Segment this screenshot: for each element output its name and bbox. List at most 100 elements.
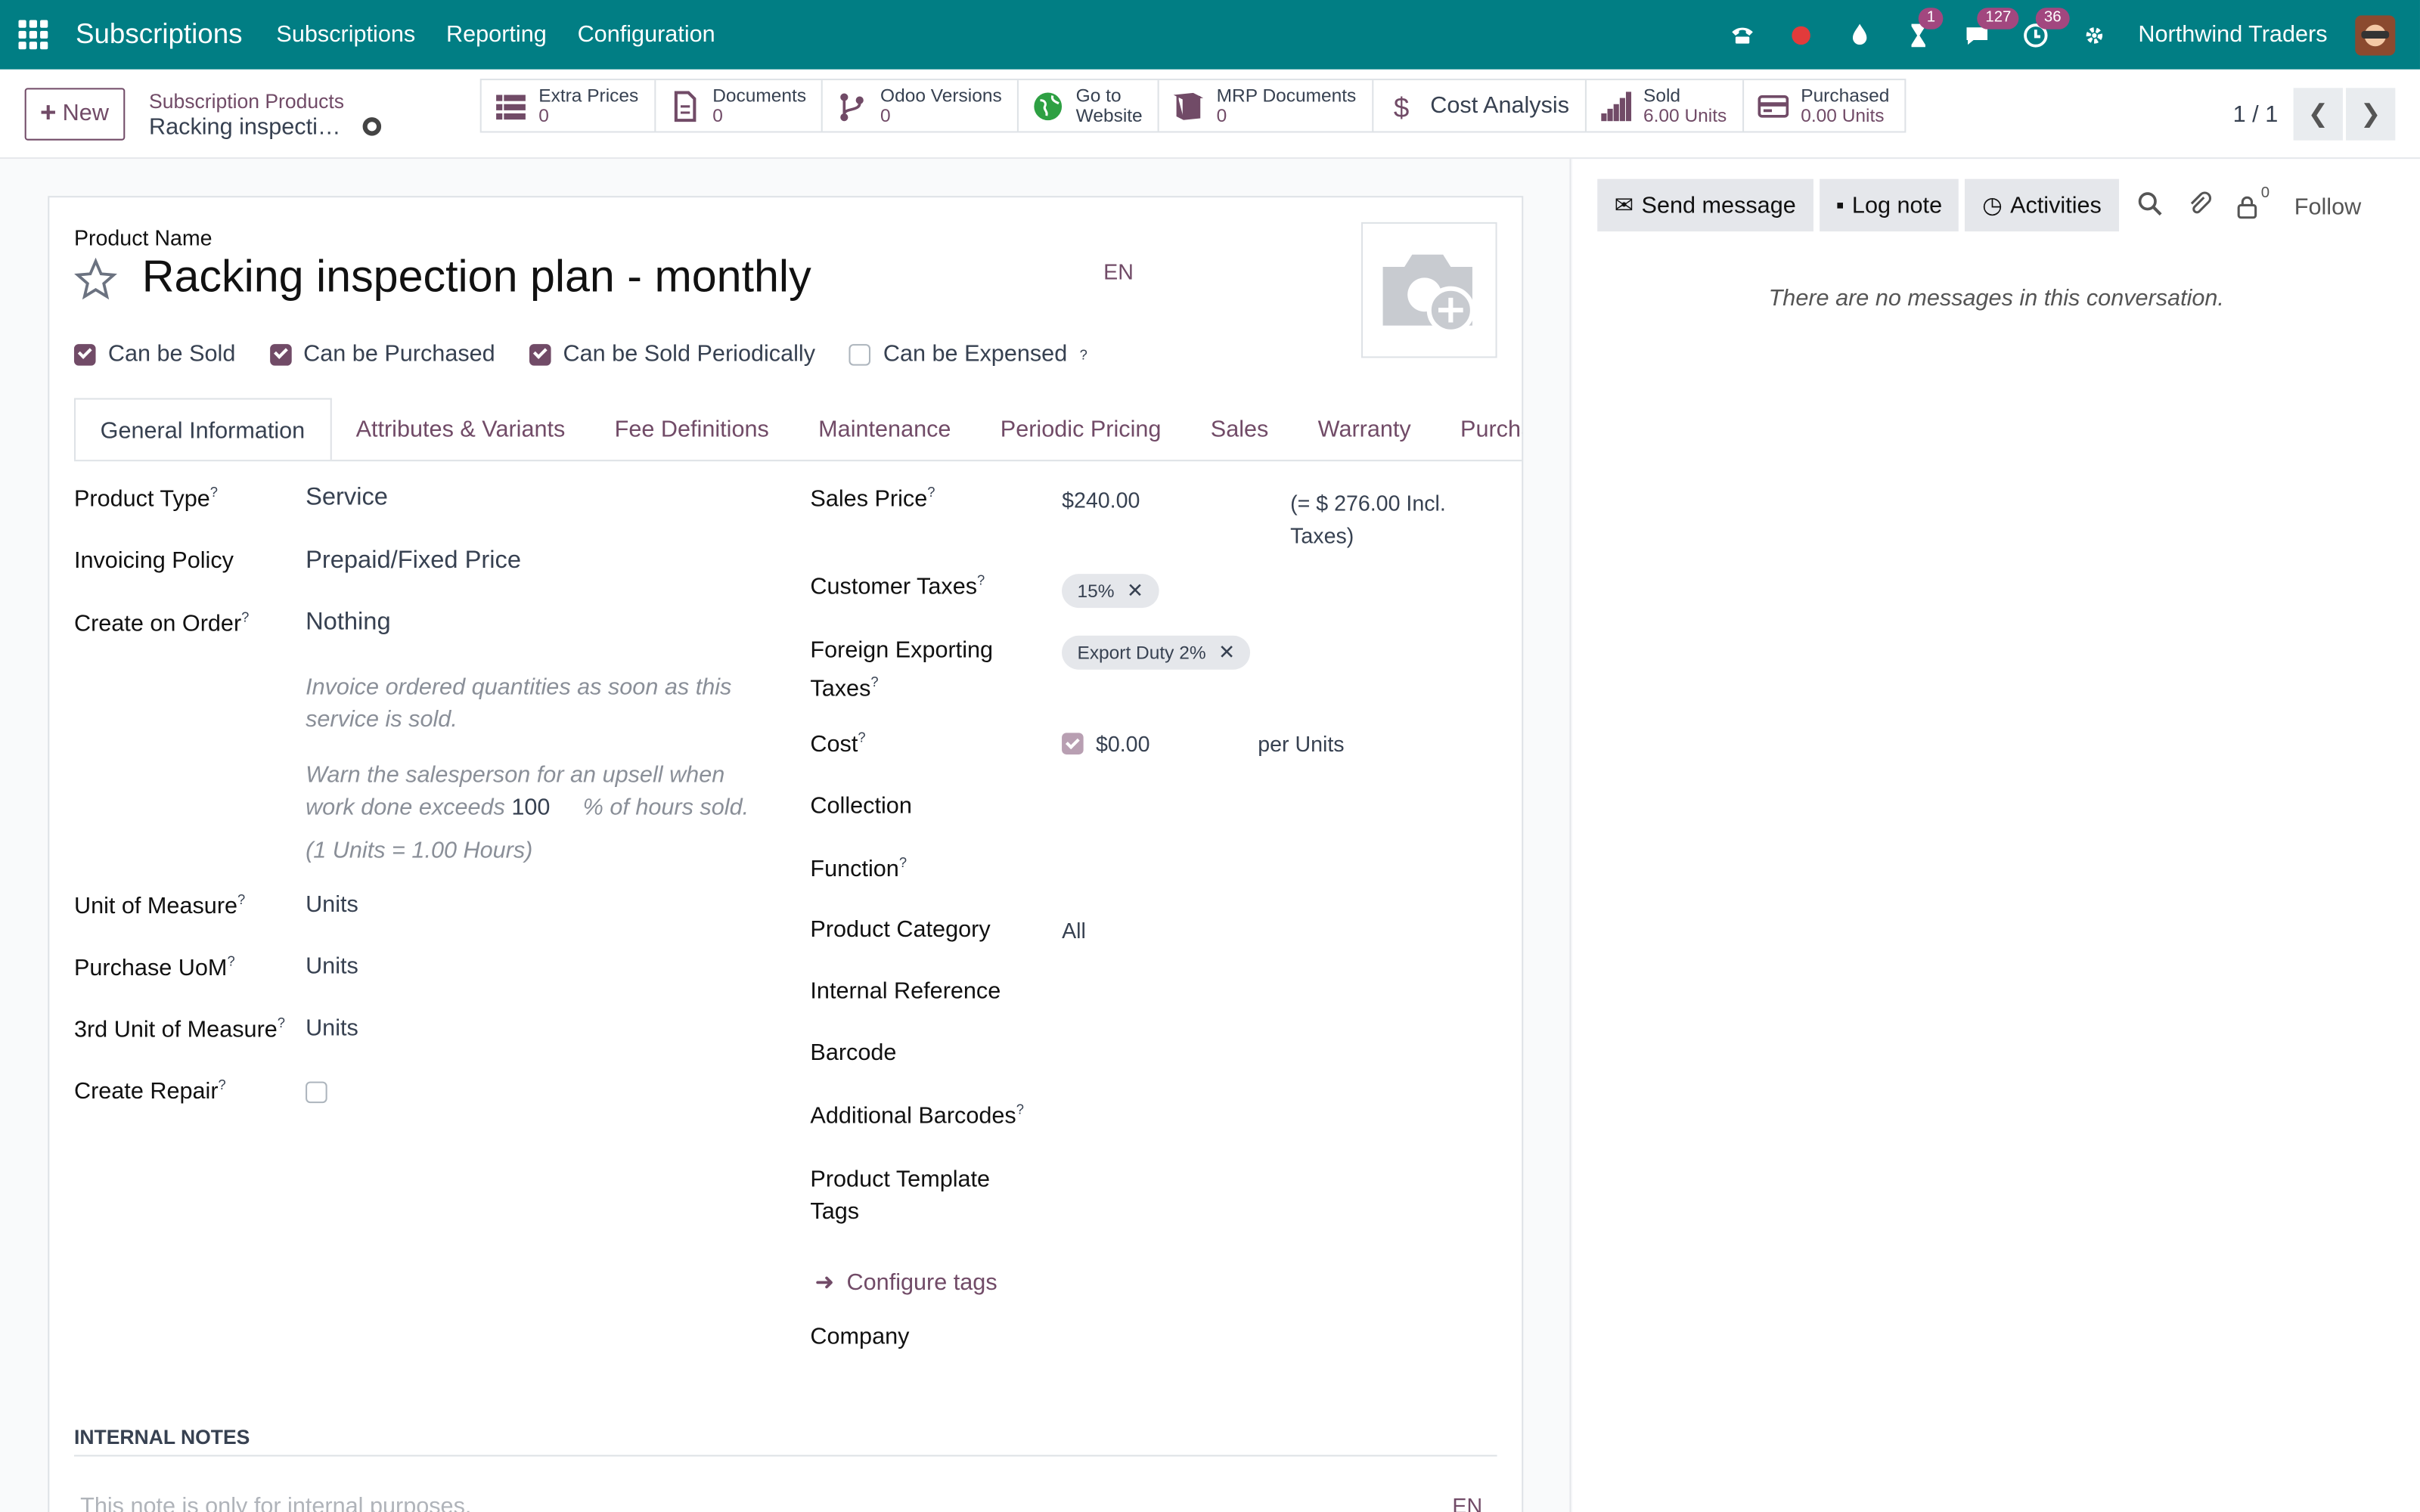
invoice-policy-help: Invoice ordered quantities as soon as th… bbox=[306, 674, 732, 733]
log-note-button[interactable]: ▪ Log note bbox=[1819, 178, 1959, 232]
envelope-icon: ✉ bbox=[1614, 193, 1634, 219]
mrp-documents-button[interactable]: MRP Documents 0 bbox=[1159, 80, 1373, 132]
internal-notes-field[interactable]: This note is only for internal purposes. bbox=[80, 1493, 471, 1511]
cost-analysis-button[interactable]: $ Cost Analysis bbox=[1373, 80, 1587, 132]
followers-button[interactable]: 0 bbox=[2236, 185, 2270, 219]
create-on-order-select[interactable]: Nothing bbox=[306, 609, 391, 637]
cost-checkbox[interactable] bbox=[1062, 733, 1084, 754]
chatter-actions: ✉ Send message ▪ Log note ◷ Activities bbox=[1597, 178, 2119, 232]
drop-icon[interactable] bbox=[1845, 20, 1876, 51]
top-navbar: Subscriptions Subscriptions Reporting Co… bbox=[0, 0, 2420, 70]
document-icon bbox=[669, 90, 700, 122]
right-field-group: Sales Price? $240.00 (= $ 276.00 Incl. Ta… bbox=[810, 484, 1446, 1350]
function-label: Function bbox=[810, 856, 899, 883]
go-to-website-button[interactable]: Go to Website bbox=[1019, 80, 1160, 132]
extra-prices-button[interactable]: Extra Prices 0 bbox=[482, 80, 656, 132]
previous-record-button[interactable]: ❮ bbox=[2293, 88, 2343, 141]
phone-icon[interactable] bbox=[1728, 20, 1759, 51]
uom-ratio-text: (1 Units = 1.00 Hours) bbox=[306, 838, 533, 864]
remove-tag-icon[interactable]: ✕ bbox=[1127, 578, 1143, 603]
odoo-versions-button[interactable]: Odoo Versions 0 bbox=[824, 80, 1019, 132]
product-category-label: Product Category bbox=[810, 916, 991, 943]
form-view: Product Name Racking inspection plan - m… bbox=[0, 159, 1571, 1512]
cost-input[interactable]: $0.00 bbox=[1096, 731, 1150, 756]
messages-icon[interactable]: 127 bbox=[1962, 7, 2019, 51]
pager: 1 / 1 ❮ ❯ bbox=[2233, 88, 2396, 141]
globe-icon bbox=[1033, 90, 1064, 121]
uom-select[interactable]: Units bbox=[306, 892, 358, 919]
customer-tax-tag[interactable]: 15% ✕ bbox=[1062, 574, 1159, 609]
internal-reference-label: Internal Reference bbox=[810, 978, 1001, 1005]
create-on-order-label: Create on Order bbox=[73, 611, 242, 637]
foreign-tax-tag[interactable]: Export Duty 2% ✕ bbox=[1062, 635, 1251, 670]
clock-icon[interactable]: 36 bbox=[2021, 7, 2069, 51]
chatter-tools: 0 Follow bbox=[2138, 185, 2361, 222]
third-uom-label: 3rd Unit of Measure bbox=[73, 1016, 278, 1043]
smart-buttons: Extra Prices 0 Documents 0 Odoo Versions 0 … bbox=[479, 79, 1907, 133]
notes-translate-button[interactable]: EN bbox=[1452, 1493, 1482, 1511]
breadcrumb-parent[interactable]: Subscription Products bbox=[149, 87, 381, 113]
collection-label: Collection bbox=[810, 792, 912, 820]
record-icon[interactable] bbox=[1786, 20, 1817, 51]
svg-text:$: $ bbox=[1393, 91, 1408, 121]
activities-button[interactable]: ◷ Activities bbox=[1965, 178, 2119, 232]
third-uom-select[interactable]: Units bbox=[306, 1015, 358, 1042]
purchase-uom-label: Purchase UoM bbox=[73, 955, 228, 981]
empty-conversation-text: There are no messages in this conversati… bbox=[1768, 285, 2224, 312]
cost-unit: per Units bbox=[1258, 731, 1345, 756]
gear-icon[interactable] bbox=[362, 117, 381, 136]
branch-icon bbox=[837, 90, 868, 121]
sold-button[interactable]: Sold 6.00 Units bbox=[1586, 80, 1744, 132]
search-icon[interactable] bbox=[2138, 191, 2163, 222]
cost-label: Cost bbox=[810, 731, 858, 758]
clock-badge: 36 bbox=[2036, 7, 2069, 29]
send-message-button[interactable]: ✉ Send message bbox=[1597, 178, 1813, 232]
documents-button[interactable]: Documents 0 bbox=[656, 80, 824, 132]
apps-menu-icon[interactable] bbox=[18, 19, 49, 51]
invoicing-policy-select[interactable]: Prepaid/Fixed Price bbox=[306, 547, 521, 575]
upsell-threshold-input[interactable]: 100 bbox=[511, 792, 576, 824]
menu-configuration[interactable]: Configuration bbox=[578, 22, 715, 48]
new-button[interactable]: + New bbox=[24, 87, 125, 140]
purchased-button[interactable]: Purchased 0.00 Units bbox=[1744, 80, 1905, 131]
left-field-group: Product Type? Service Invoicing Policy P… bbox=[73, 484, 749, 1105]
sales-price-input[interactable]: $240.00 bbox=[1062, 488, 1140, 513]
barcode-label: Barcode bbox=[810, 1040, 897, 1067]
follow-button[interactable]: Follow bbox=[2294, 194, 2361, 220]
breadcrumb: Subscription Products Racking inspecti… bbox=[149, 87, 381, 140]
invoicing-policy-label: Invoicing Policy bbox=[73, 547, 234, 575]
product-type-select[interactable]: Service bbox=[306, 485, 388, 513]
menu-subscriptions[interactable]: Subscriptions bbox=[276, 22, 415, 48]
remove-tag-icon[interactable]: ✕ bbox=[1218, 640, 1235, 665]
breadcrumb-current: Racking inspecti… bbox=[149, 113, 341, 140]
app-brand[interactable]: Subscriptions bbox=[76, 18, 243, 51]
paperclip-icon[interactable] bbox=[2187, 191, 2212, 222]
bar-chart-icon bbox=[1600, 90, 1631, 121]
user-avatar[interactable] bbox=[2355, 14, 2396, 55]
product-category-select[interactable]: All bbox=[1062, 918, 1086, 943]
product-type-label: Product Type bbox=[73, 485, 210, 513]
template-tags-label: Product Template Tags bbox=[810, 1166, 991, 1225]
clock-icon: ◷ bbox=[1982, 193, 2003, 219]
dollar-icon: $ bbox=[1387, 90, 1418, 121]
customer-taxes-label: Customer Taxes bbox=[810, 574, 978, 600]
list-icon bbox=[495, 90, 526, 121]
configure-tags-link[interactable]: ➜ Configure tags bbox=[815, 1269, 997, 1297]
company-label: Company bbox=[810, 1324, 910, 1350]
main-menu: Subscriptions Reporting Configuration bbox=[276, 22, 715, 48]
create-repair-checkbox[interactable] bbox=[306, 1081, 327, 1104]
chevron-right-icon: ❯ bbox=[2360, 101, 2381, 129]
hourglass-icon[interactable]: 1 bbox=[1903, 7, 1944, 51]
sales-price-label: Sales Price bbox=[810, 485, 928, 513]
menu-reporting[interactable]: Reporting bbox=[446, 22, 547, 48]
settings-icon[interactable] bbox=[2080, 20, 2111, 51]
credit-card-icon bbox=[1758, 90, 1789, 121]
messages-badge: 127 bbox=[1978, 7, 2019, 29]
pager-value[interactable]: 1 / 1 bbox=[2233, 101, 2279, 128]
additional-barcodes-label: Additional Barcodes bbox=[810, 1103, 1016, 1129]
next-record-button[interactable]: ❯ bbox=[2346, 88, 2396, 141]
company-name[interactable]: Northwind Traders bbox=[2138, 22, 2327, 48]
navbar-systray: 1 127 36 Northwind Traders bbox=[1728, 7, 2420, 55]
uom-label: Unit of Measure bbox=[73, 893, 238, 920]
purchase-uom-select[interactable]: Units bbox=[306, 953, 358, 980]
